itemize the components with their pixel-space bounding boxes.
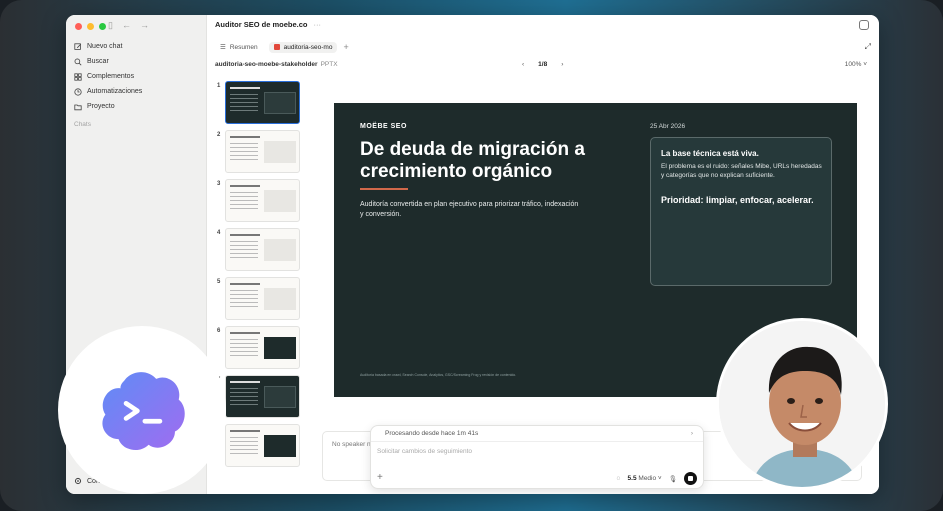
slide-title: De deuda de migración a crecimiento orgá… [360, 139, 585, 182]
thumbnail-preview [225, 277, 300, 320]
slide-subtitle: Auditoría convertida en plan ejecutivo p… [360, 201, 579, 218]
sidebar-nav: Nuevo chat Buscar Complementos Automatiz… [74, 39, 202, 114]
thumbnail-number: 1 [217, 83, 221, 89]
window-controls [75, 23, 106, 30]
sidebar-item-project[interactable]: Proyecto [74, 99, 202, 114]
sidebar-item-label: Automatizaciones [87, 88, 143, 95]
add-tab-icon[interactable]: + [343, 42, 348, 52]
zoom-level: 100% [844, 61, 862, 68]
next-page-icon[interactable]: › [561, 61, 563, 68]
tab-label: Resumen [229, 43, 258, 51]
window-title-bar: Auditor SEO de moebe.co ··· [215, 20, 321, 29]
file-toolbar: auditoria-seo-moebe-stakeholder PPTX ‹ 1/… [215, 61, 871, 73]
composer-toolbar: + ◌ 5.5 Medio ˅ 🎙︎ [377, 472, 697, 486]
sidebar-item-label: Nuevo chat [87, 43, 123, 50]
clock-icon [74, 87, 82, 96]
callout-heading: La base técnica está viva. [661, 149, 759, 158]
sidebar-item-plugins[interactable]: Complementos [74, 69, 202, 84]
grid-icon [74, 72, 82, 81]
thumbnail-item[interactable]: 7 [215, 375, 305, 418]
callout-body: El problema es el ruido: señales Mibe, U… [661, 163, 822, 179]
slide-callout-card: La base técnica está viva. El problema e… [650, 137, 832, 286]
folder-icon [74, 104, 82, 110]
follow-up-input[interactable]: Solicitar cambios de seguimiento [377, 448, 472, 455]
thumbnail-number: 5 [217, 279, 221, 285]
thumbnail-preview [225, 81, 300, 124]
presenter-avatar [716, 318, 888, 490]
thumbnail-preview [225, 228, 300, 271]
tab-label: auditoria-seo-mo [283, 43, 333, 51]
sidebar-item-search[interactable]: Buscar [74, 54, 202, 69]
stop-button[interactable] [684, 472, 697, 485]
chevron-right-icon: › [690, 430, 693, 437]
model-name: 5.5 [627, 475, 637, 482]
minimize-window-button[interactable] [87, 23, 94, 30]
slide-footer: Auditoría basada en crawl, Search Consol… [360, 373, 517, 377]
callout-priority: Prioridad: limpiar, enfocar, acelerar. [661, 195, 814, 205]
app-logo-badge [58, 326, 226, 494]
thumbnail-preview [225, 179, 300, 222]
prompt-composer: Procesando desde hace 1m 41s › Solicitar… [370, 425, 704, 489]
spinner-icon: ◌ [616, 475, 621, 482]
list-icon: ☰ [220, 44, 226, 51]
back-arrow-icon[interactable]: ← [122, 20, 131, 31]
file-name: auditoria-seo-moebe-stakeholder [215, 61, 318, 68]
sidebar-item-automations[interactable]: Automatizaciones [74, 84, 202, 99]
thumbnail-preview [225, 326, 300, 369]
sidebar-controls: ▯ ← → [108, 20, 149, 31]
search-icon [74, 58, 82, 65]
accent-divider [360, 188, 408, 190]
model-select[interactable]: 5.5 Medio ˅ [628, 475, 662, 482]
thumbnail-item[interactable]: 3 [215, 179, 305, 222]
sidebar-item-label: Buscar [87, 58, 109, 65]
sidebar-item-label: Complementos [87, 73, 135, 80]
file-type: PPTX [320, 61, 338, 68]
tab-presentation[interactable]: auditoria-seo-mo [268, 41, 338, 53]
thumbnail-item[interactable]: 1 [215, 81, 305, 124]
microphone-icon[interactable]: 🎙︎ [669, 475, 677, 483]
compose-icon [74, 42, 82, 50]
composer-controls: ◌ 5.5 Medio ˅ 🎙︎ [617, 472, 697, 485]
tab-bar: ☰ Resumen auditoria-seo-mo + [215, 41, 349, 53]
gear-icon [74, 477, 82, 485]
tab-summary[interactable]: ☰ Resumen [215, 41, 263, 53]
page-indicator: 1/8 [538, 61, 548, 68]
sidebar-item-new-chat[interactable]: Nuevo chat [74, 39, 202, 54]
thumbnail-item[interactable]: 8 [215, 424, 305, 467]
thumbnail-number: 4 [217, 230, 221, 236]
zoom-window-button[interactable] [99, 23, 106, 30]
processing-text: Procesando desde hace 1m 41s [385, 430, 479, 437]
page-navigator: ‹ 1/8 › [522, 61, 563, 68]
expand-icon[interactable]: ⤢ [865, 42, 871, 52]
slide-brand: MOËBE SEO [360, 123, 407, 130]
thumbnail-item[interactable]: 5 [215, 277, 305, 320]
thumbnail-number: 2 [217, 132, 221, 138]
more-options-icon[interactable]: ··· [314, 20, 322, 29]
prev-page-icon[interactable]: ‹ [522, 61, 524, 68]
sidebar-toggle-icon[interactable]: ▯ [108, 20, 113, 31]
window-title: Auditor SEO de moebe.co [215, 20, 308, 29]
thumbnail-number: 6 [217, 328, 221, 334]
person-avatar-icon [719, 321, 885, 487]
pptx-file-icon [273, 44, 280, 50]
thumbnail-preview [225, 130, 300, 173]
zoom-select[interactable]: 100% ˅ [845, 61, 867, 68]
add-attachment-icon[interactable]: + [377, 472, 383, 483]
slide-date: 25 Abr 2026 [650, 123, 686, 130]
panel-toggle-icon[interactable] [859, 20, 869, 30]
close-window-button[interactable] [75, 23, 82, 30]
thumbnail-item[interactable]: 6 [215, 326, 305, 369]
effort-level: Medio [638, 475, 657, 482]
thumbnail-preview [225, 424, 300, 467]
sidebar-section-chats: Chats [74, 121, 91, 128]
thumbnail-number: 3 [217, 181, 221, 187]
terminal-cloud-logo-icon [102, 372, 185, 451]
thumbnail-preview [225, 375, 300, 418]
desktop-background: ▯ ← → Nuevo chat Buscar Complementos Aut… [0, 0, 943, 511]
sidebar-item-label: Proyecto [87, 103, 115, 110]
forward-arrow-icon[interactable]: → [140, 20, 149, 31]
thumbnail-item[interactable]: 4 [215, 228, 305, 271]
thumbnail-item[interactable]: 2 [215, 130, 305, 173]
processing-status[interactable]: Procesando desde hace 1m 41s › [371, 426, 703, 442]
